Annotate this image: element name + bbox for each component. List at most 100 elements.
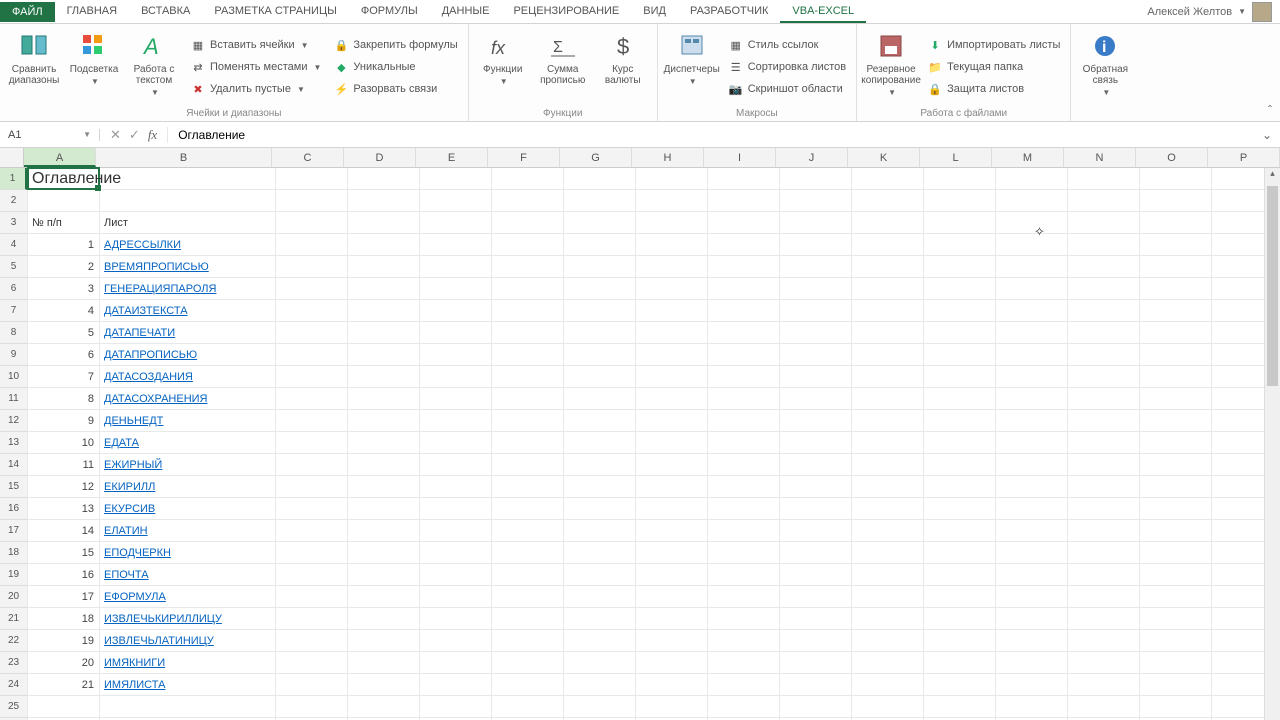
sheet-link[interactable]: ВРЕМЯПРОПИСЬЮ	[100, 256, 276, 278]
select-all-corner[interactable]	[0, 148, 24, 167]
lock-formulas-button[interactable]: 🔒Закрепить формулы	[329, 35, 461, 55]
column-header-L[interactable]: L	[920, 148, 992, 167]
column-header-P[interactable]: P	[1208, 148, 1280, 167]
sheet-link[interactable]: ДАТАПЕЧАТИ	[100, 322, 276, 344]
current-folder-button[interactable]: 📁Текущая папка	[923, 57, 1064, 77]
sheet-link[interactable]: ЕПОДЧЕРКН	[100, 542, 276, 564]
sheet-link[interactable]: ЕКУРСИВ	[100, 498, 276, 520]
formula-input[interactable]	[168, 128, 1254, 142]
row-header-10[interactable]: 10	[0, 366, 27, 388]
sheet-link[interactable]: ЕДАТА	[100, 432, 276, 454]
column-header-A[interactable]: A	[24, 148, 96, 167]
sheet-link[interactable]: ЕФОРМУЛА	[100, 586, 276, 608]
name-box[interactable]: A1 ▼	[0, 129, 100, 141]
sheet-link[interactable]: ДАТАПРОПИСЬЮ	[100, 344, 276, 366]
tab-данные[interactable]: ДАННЫЕ	[430, 1, 502, 23]
sheet-link[interactable]: ЕЖИРНЫЙ	[100, 454, 276, 476]
row-header-6[interactable]: 6	[0, 278, 27, 300]
row-header-13[interactable]: 13	[0, 432, 27, 454]
sheet-link[interactable]: ДЕНЬНЕДТ	[100, 410, 276, 432]
sheet-link[interactable]: ДАТАИЗТЕКСТА	[100, 300, 276, 322]
sheet-link[interactable]: ИЗВЛЕЧЬКИРИЛЛИЦУ	[100, 608, 276, 630]
row-header-20[interactable]: 20	[0, 586, 27, 608]
cancel-formula-button[interactable]: ✕	[110, 127, 121, 143]
sheet-link[interactable]: ДАТАСОХРАНЕНИЯ	[100, 388, 276, 410]
tab-вид[interactable]: ВИД	[631, 1, 678, 23]
column-header-I[interactable]: I	[704, 148, 776, 167]
import-sheets-button[interactable]: ⬇Импортировать листы	[923, 35, 1064, 55]
row-header-4[interactable]: 4	[0, 234, 27, 256]
sheet-link[interactable]: ГЕНЕРАЦИЯПАРОЛЯ	[100, 278, 276, 300]
link-style-button[interactable]: ▦Стиль ссылок	[724, 35, 850, 55]
sheet-link[interactable]: ИМЯКНИГИ	[100, 652, 276, 674]
text-work-button[interactable]: A Работа с текстом ▼	[126, 28, 182, 106]
tab-file[interactable]: ФАЙЛ	[0, 2, 55, 22]
row-header-25[interactable]: 25	[0, 696, 27, 718]
sheet-link[interactable]: ЕПОЧТА	[100, 564, 276, 586]
row-header-16[interactable]: 16	[0, 498, 27, 520]
row-header-3[interactable]: 3	[0, 212, 27, 234]
backup-button[interactable]: Резервное копирование ▼	[863, 28, 919, 106]
sheet-link[interactable]: АДРЕССЫЛКИ	[100, 234, 276, 256]
row-header-5[interactable]: 5	[0, 256, 27, 278]
vertical-scrollbar[interactable]: ▴	[1264, 168, 1280, 720]
sheet-link[interactable]: ЕЛАТИН	[100, 520, 276, 542]
row-header-8[interactable]: 8	[0, 322, 27, 344]
compare-ranges-button[interactable]: Сравнить диапазоны	[6, 28, 62, 106]
row-header-21[interactable]: 21	[0, 608, 27, 630]
sheet-link[interactable]: ИЗВЛЕЧЬЛАТИНИЦУ	[100, 630, 276, 652]
row-header-14[interactable]: 14	[0, 454, 27, 476]
row-header-19[interactable]: 19	[0, 564, 27, 586]
tab-разработчик[interactable]: РАЗРАБОТЧИК	[678, 1, 780, 23]
sort-sheets-button[interactable]: ☰Сортировка листов	[724, 57, 850, 77]
column-header-J[interactable]: J	[776, 148, 848, 167]
collapse-ribbon-button[interactable]: ˆ	[1260, 99, 1280, 121]
column-header-E[interactable]: E	[416, 148, 488, 167]
fx-icon[interactable]: fx	[148, 127, 157, 143]
protect-sheets-button[interactable]: 🔒Защита листов	[923, 79, 1064, 99]
currency-button[interactable]: $ Курс валюты	[595, 28, 651, 106]
avatar[interactable]	[1252, 2, 1272, 22]
row-header-9[interactable]: 9	[0, 344, 27, 366]
screenshot-button[interactable]: 📷Скриншот области	[724, 79, 850, 99]
feedback-button[interactable]: i Обратная связь ▼	[1077, 28, 1133, 117]
break-links-button[interactable]: ⚡Разорвать связи	[329, 79, 461, 99]
unique-button[interactable]: ◆Уникальные	[329, 57, 461, 77]
tab-рецензирование[interactable]: РЕЦЕНЗИРОВАНИЕ	[501, 1, 631, 23]
column-header-C[interactable]: C	[272, 148, 344, 167]
row-header-17[interactable]: 17	[0, 520, 27, 542]
row-header-22[interactable]: 22	[0, 630, 27, 652]
column-header-M[interactable]: M	[992, 148, 1064, 167]
sheet-link[interactable]: ЕКИРИЛЛ	[100, 476, 276, 498]
scroll-thumb[interactable]	[1267, 186, 1278, 386]
tab-вставка[interactable]: ВСТАВКА	[129, 1, 202, 23]
column-header-K[interactable]: K	[848, 148, 920, 167]
column-header-B[interactable]: B	[96, 148, 272, 167]
row-header-12[interactable]: 12	[0, 410, 27, 432]
tab-разметка страницы[interactable]: РАЗМЕТКА СТРАНИЦЫ	[202, 1, 348, 23]
row-header-15[interactable]: 15	[0, 476, 27, 498]
insert-cells-button[interactable]: ▦Вставить ячейки▼	[186, 35, 325, 55]
column-header-D[interactable]: D	[344, 148, 416, 167]
tab-главная[interactable]: ГЛАВНАЯ	[55, 1, 129, 23]
row-header-24[interactable]: 24	[0, 674, 27, 696]
column-header-G[interactable]: G	[560, 148, 632, 167]
functions-button[interactable]: fx Функции ▼	[475, 28, 531, 106]
sum-words-button[interactable]: Σ Сумма прописью	[535, 28, 591, 106]
scroll-up-button[interactable]: ▴	[1265, 168, 1280, 184]
swap-button[interactable]: ⇄Поменять местами▼	[186, 57, 325, 77]
expand-formula-button[interactable]: ⌄	[1254, 128, 1280, 142]
accept-formula-button[interactable]: ✓	[129, 127, 140, 143]
column-header-O[interactable]: O	[1136, 148, 1208, 167]
dispatchers-button[interactable]: Диспетчеры ▼	[664, 28, 720, 106]
row-header-23[interactable]: 23	[0, 652, 27, 674]
row-header-2[interactable]: 2	[0, 190, 27, 212]
tab-формулы[interactable]: ФОРМУЛЫ	[349, 1, 430, 23]
row-header-18[interactable]: 18	[0, 542, 27, 564]
user-area[interactable]: Алексей Желтов ▼	[1147, 2, 1280, 22]
column-header-H[interactable]: H	[632, 148, 704, 167]
tab-vba-excel[interactable]: VBA-Excel	[780, 1, 866, 23]
sheet-link[interactable]: ИМЯЛИСТА	[100, 674, 276, 696]
sheet-link[interactable]: ДАТАСОЗДАНИЯ	[100, 366, 276, 388]
row-header-1[interactable]: 1	[0, 168, 27, 190]
